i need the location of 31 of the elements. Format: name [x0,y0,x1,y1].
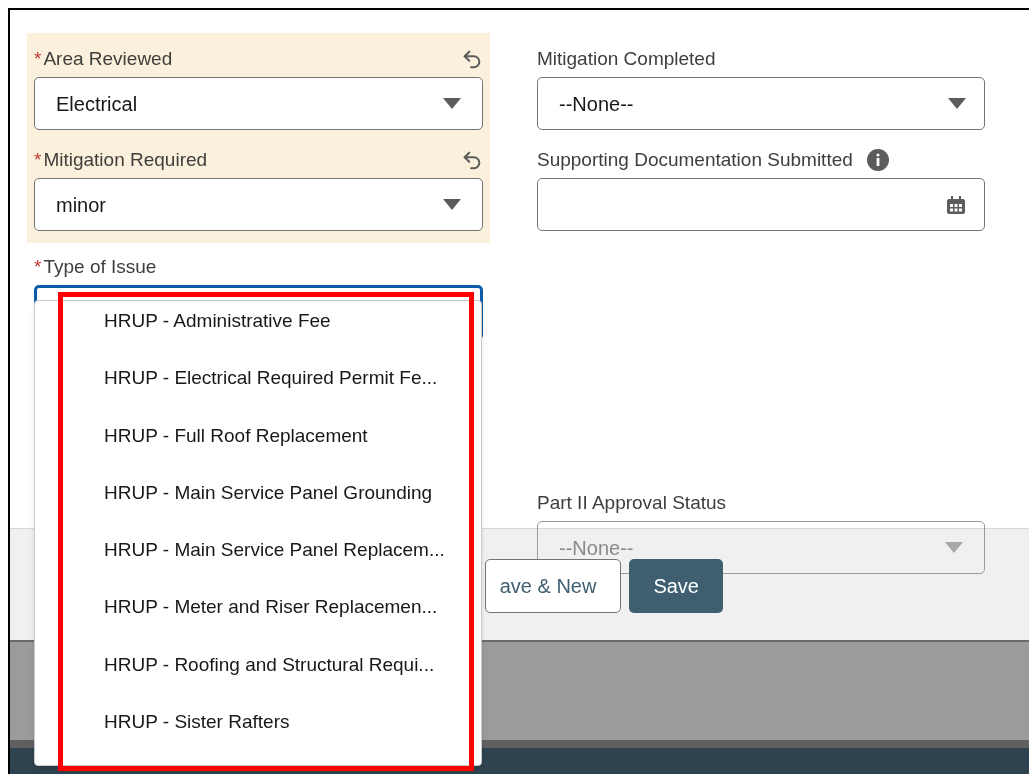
dropdown-option[interactable]: HRUP - Administrative Fee [35,307,481,365]
dropdown-option[interactable]: HRUP - Full Roof Replacement [35,421,481,479]
select-field[interactable]: Electrical [34,77,483,130]
date-field[interactable] [537,178,985,231]
undo-icon[interactable] [461,48,483,70]
save-button[interactable]: Save [629,559,723,613]
dropdown-option[interactable]: HRUP - Electrical Required Permit Fe... [35,364,481,422]
info-icon[interactable] [866,149,889,171]
field-label: Area Reviewed [43,46,173,71]
dropdown-caret-icon [948,97,966,110]
field-label: Part II Approval Status [537,490,727,515]
required-asterisk: * [34,147,42,172]
select-field[interactable]: minor [34,178,483,231]
dropdown-option[interactable]: HRUP - Main Service Panel Grounding [35,478,481,536]
dropdown-option[interactable]: HRUP - Roofing and Structural Requi... [35,650,481,708]
field-label: Supporting Documentation Submitted [537,147,853,172]
undo-icon[interactable] [461,149,483,171]
field-label: Type of Issue [43,254,157,279]
field-label: Mitigation Required [43,147,208,172]
dropdown-caret-icon [443,97,461,110]
calendar-icon[interactable] [946,194,966,215]
required-asterisk: * [34,254,42,279]
field-label: Mitigation Completed [537,46,716,71]
save-and-new-button[interactable]: ave & New [484,559,622,613]
dropdown-caret-icon [945,541,963,554]
select-field[interactable]: --None-- [537,77,985,130]
dropdown-caret-icon [443,198,461,211]
dropdown-option[interactable]: HRUP - Meter and Riser Replacemen... [35,593,481,651]
dropdown-option[interactable]: HRUP - Sister Rafters [35,707,481,765]
dropdown-option[interactable]: HRUP - Main Service Panel Replacem... [35,536,481,594]
required-asterisk: * [34,46,42,71]
